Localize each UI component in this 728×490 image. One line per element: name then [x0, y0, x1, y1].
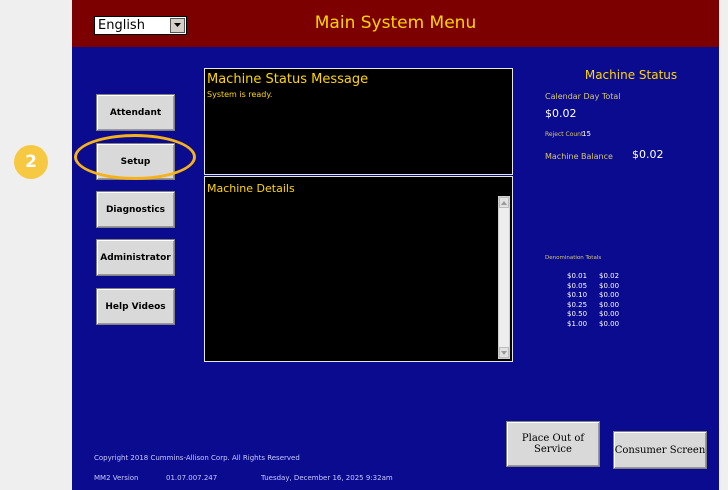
calendar-day-total-label: Calendar Day Total [545, 92, 621, 101]
version-label: MM2 Version [94, 474, 139, 482]
list-item: $0.50 $0.00 [567, 310, 637, 320]
denomination: $0.01 [567, 272, 588, 280]
version-value: 01.07.007.247 [166, 474, 218, 482]
list-item: $0.10 $0.00 [567, 291, 637, 301]
denomination-total: $0.00 [599, 319, 620, 328]
machine-details-panel: Machine Details [204, 176, 513, 362]
machine-app-window: English Main System Menu Attendant Setup… [72, 0, 719, 490]
status-message-text: System is ready. [207, 90, 273, 99]
arrow-up-icon [501, 200, 507, 205]
list-item: $0.01 $0.02 [567, 272, 637, 282]
denomination: $1.00 [567, 319, 588, 328]
details-scrollbar[interactable] [498, 196, 510, 359]
copyright-text: Copyright 2018 Cummins-Allison Corp. All… [94, 454, 300, 462]
denomination: $0.25 [567, 300, 588, 309]
denomination-totals-list: $0.01 $0.02 $0.05 $0.00 $0.10 $0.00 $0.25 $0… [567, 272, 637, 329]
denomination-total: $0.00 [599, 300, 620, 309]
title-bar: English Main System Menu [72, 0, 719, 47]
machine-status-heading: Machine Status [584, 68, 678, 82]
date-time: Tuesday, December 16, 2025 9:32am [261, 474, 393, 482]
help-videos-button[interactable]: Help Videos [96, 288, 175, 325]
list-item: $0.05 $0.00 [567, 282, 637, 292]
step-badge: 2 [14, 145, 48, 179]
scroll-up-button[interactable] [499, 197, 509, 208]
denomination-total: $0.00 [599, 281, 620, 290]
list-item: $0.25 $0.00 [567, 301, 637, 311]
calendar-day-total-value: $0.02 [545, 107, 577, 120]
denomination: $0.05 [567, 281, 588, 290]
machine-balance-value: $0.02 [632, 148, 664, 161]
denomination: $0.50 [567, 310, 588, 318]
denomination: $0.10 [567, 291, 588, 299]
highlight-ring [74, 134, 196, 180]
place-out-of-service-button[interactable]: Place Out of Service [506, 421, 600, 467]
reject-count-value: 15 [582, 130, 591, 138]
denomination-total: $0.00 [599, 310, 620, 318]
scroll-down-button[interactable] [499, 347, 509, 358]
denomination-total: $0.02 [599, 272, 620, 280]
diagnostics-button[interactable]: Diagnostics [96, 191, 175, 228]
denomination-totals-label: Denomination Totals [545, 255, 602, 261]
machine-status-message-panel: Machine Status Message System is ready. [204, 68, 513, 175]
reject-count-label: Reject Count [545, 131, 584, 138]
page-title: Main System Menu [314, 13, 477, 33]
denomination-total: $0.00 [599, 291, 620, 299]
arrow-down-icon [501, 350, 507, 355]
panel-title: Machine Details [207, 182, 295, 195]
panel-title: Machine Status Message [207, 72, 369, 87]
list-item: $1.00 $0.00 [567, 320, 637, 330]
machine-balance-label: Machine Balance [545, 152, 613, 161]
attendant-button[interactable]: Attendant [96, 94, 175, 131]
consumer-screen-button[interactable]: Consumer Screen [613, 431, 707, 469]
administrator-button[interactable]: Administrator [96, 239, 175, 276]
